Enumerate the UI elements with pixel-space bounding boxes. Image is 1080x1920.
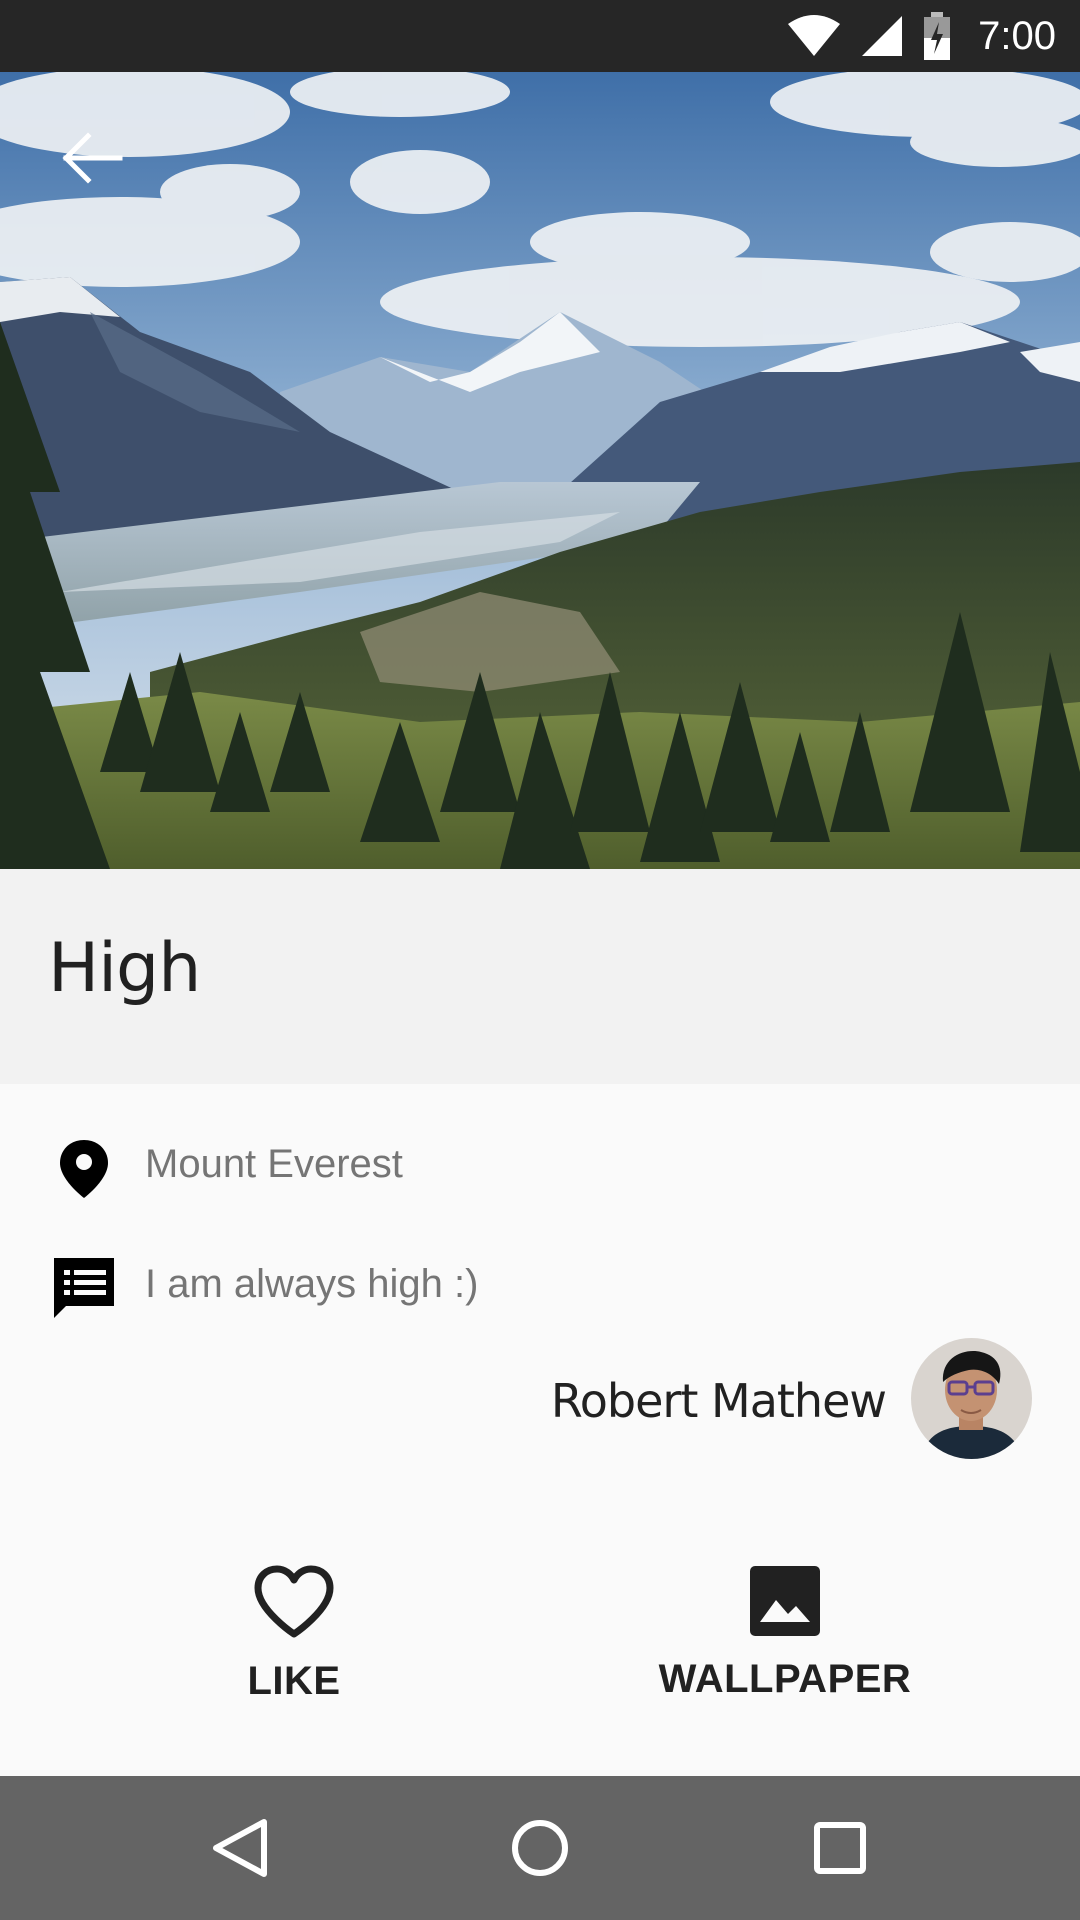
wallpaper-button[interactable]: WALLPAPER [640, 1564, 930, 1714]
landscape-photo [0, 72, 1080, 869]
location-pin-icon [60, 1140, 108, 1198]
description-row: I am always high :) [0, 1248, 1080, 1328]
description-text: I am always high :) [145, 1262, 479, 1306]
signal-icon [862, 16, 903, 56]
recents-square-icon[interactable] [800, 1812, 880, 1884]
location-row: Mount Everest [0, 1128, 1080, 1208]
page-title: High [48, 929, 201, 1008]
wallpaper-label: WALLPAPER [658, 1657, 912, 1701]
location-text: Mount Everest [145, 1142, 403, 1186]
like-button[interactable]: LIKE [194, 1564, 394, 1714]
author-name[interactable]: Robert Mathew [551, 1374, 887, 1428]
avatar[interactable] [911, 1338, 1032, 1459]
battery-charging-icon [924, 12, 951, 60]
message-icon [54, 1258, 114, 1318]
arrow-back-icon[interactable] [58, 128, 128, 188]
navigation-bar [0, 1776, 1080, 1920]
wifi-icon [788, 15, 841, 56]
back-triangle-icon[interactable] [202, 1812, 282, 1884]
like-label: LIKE [247, 1659, 341, 1703]
status-bar: 7:00 [0, 0, 1080, 72]
status-time: 7:00 [978, 13, 1056, 58]
details-section: Mount Everest I am always high :) Robert… [0, 1084, 1080, 1776]
title-area: High [0, 869, 1080, 1084]
heart-outline-icon [254, 1565, 334, 1638]
hero-image [0, 72, 1080, 869]
home-circle-icon[interactable] [500, 1812, 580, 1884]
image-icon [750, 1566, 820, 1636]
